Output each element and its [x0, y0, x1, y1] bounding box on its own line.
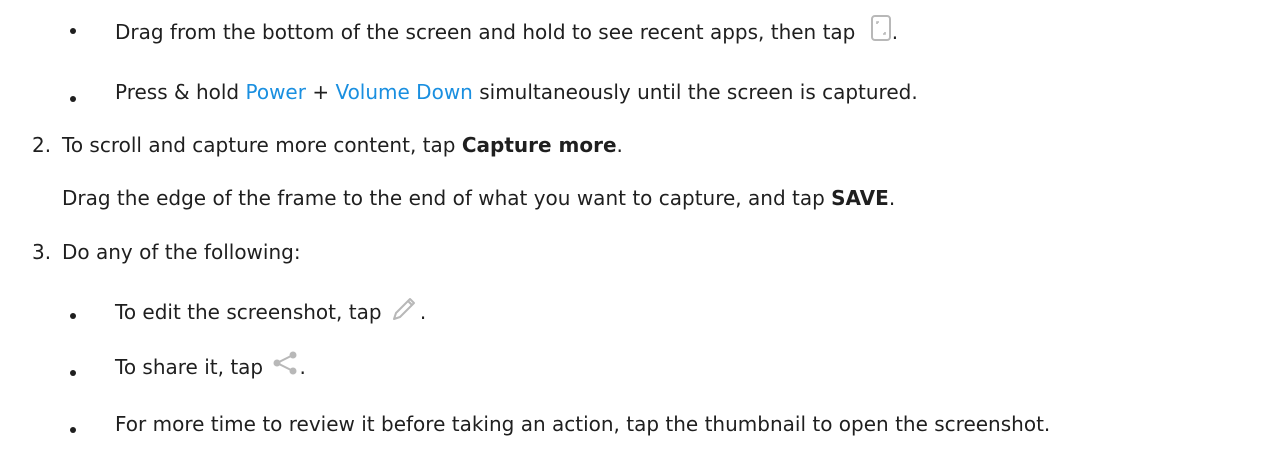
- instruction-recent-apps: Drag from the bottom of the screen and h…: [115, 15, 899, 48]
- save-label: SAVE: [831, 186, 889, 210]
- instruction-prefix: Press & hold: [115, 80, 240, 104]
- bullet-dot: [70, 370, 76, 376]
- instruction-press-hold: Press & hold Power + Volume Down simulta…: [115, 78, 918, 106]
- share-instruction: To share it, tap: [115, 355, 264, 379]
- edit-instruction: To edit the screenshot, tap: [115, 300, 382, 324]
- step-number: 3.: [32, 240, 52, 264]
- step2-sub-instruction: Drag the edge of the frame to the end of…: [62, 186, 825, 210]
- step2-end: .: [616, 133, 623, 157]
- bullet-dot: [70, 96, 76, 102]
- capture-more-label: Capture more: [461, 133, 617, 157]
- instruction-text: Drag from the bottom of the screen and h…: [115, 20, 856, 44]
- instruction-suffix: simultaneously until the screen is captu…: [479, 80, 918, 104]
- step2-instruction: To scroll and capture more content, tap: [62, 133, 456, 157]
- bullet-dot: [70, 313, 76, 319]
- edit-end: .: [419, 300, 427, 324]
- instruction-end: .: [891, 20, 899, 44]
- instruction-edit: To edit the screenshot, tap .: [115, 296, 426, 324]
- share-icon: [271, 350, 299, 383]
- step-number: 2.: [32, 133, 52, 157]
- instruction-thumbnail: For more time to review it before taking…: [115, 412, 1051, 436]
- volume-down-link[interactable]: Volume Down: [335, 80, 472, 104]
- plus-sign: +: [312, 80, 330, 104]
- pencil-icon: [390, 294, 420, 329]
- share-end: .: [299, 355, 306, 379]
- step2-sub-end: .: [888, 186, 896, 210]
- bullet-dot: [70, 28, 76, 34]
- screenshot-icon: [870, 15, 892, 48]
- power-link[interactable]: Power: [245, 80, 305, 104]
- step2-subtext: Drag the edge of the frame to the end of…: [62, 184, 895, 212]
- instruction-share: To share it, tap .: [115, 350, 306, 383]
- step3-text: Do any of the following:: [62, 240, 301, 264]
- step2-text: To scroll and capture more content, tap …: [62, 131, 623, 159]
- bullet-dot: [70, 427, 76, 433]
